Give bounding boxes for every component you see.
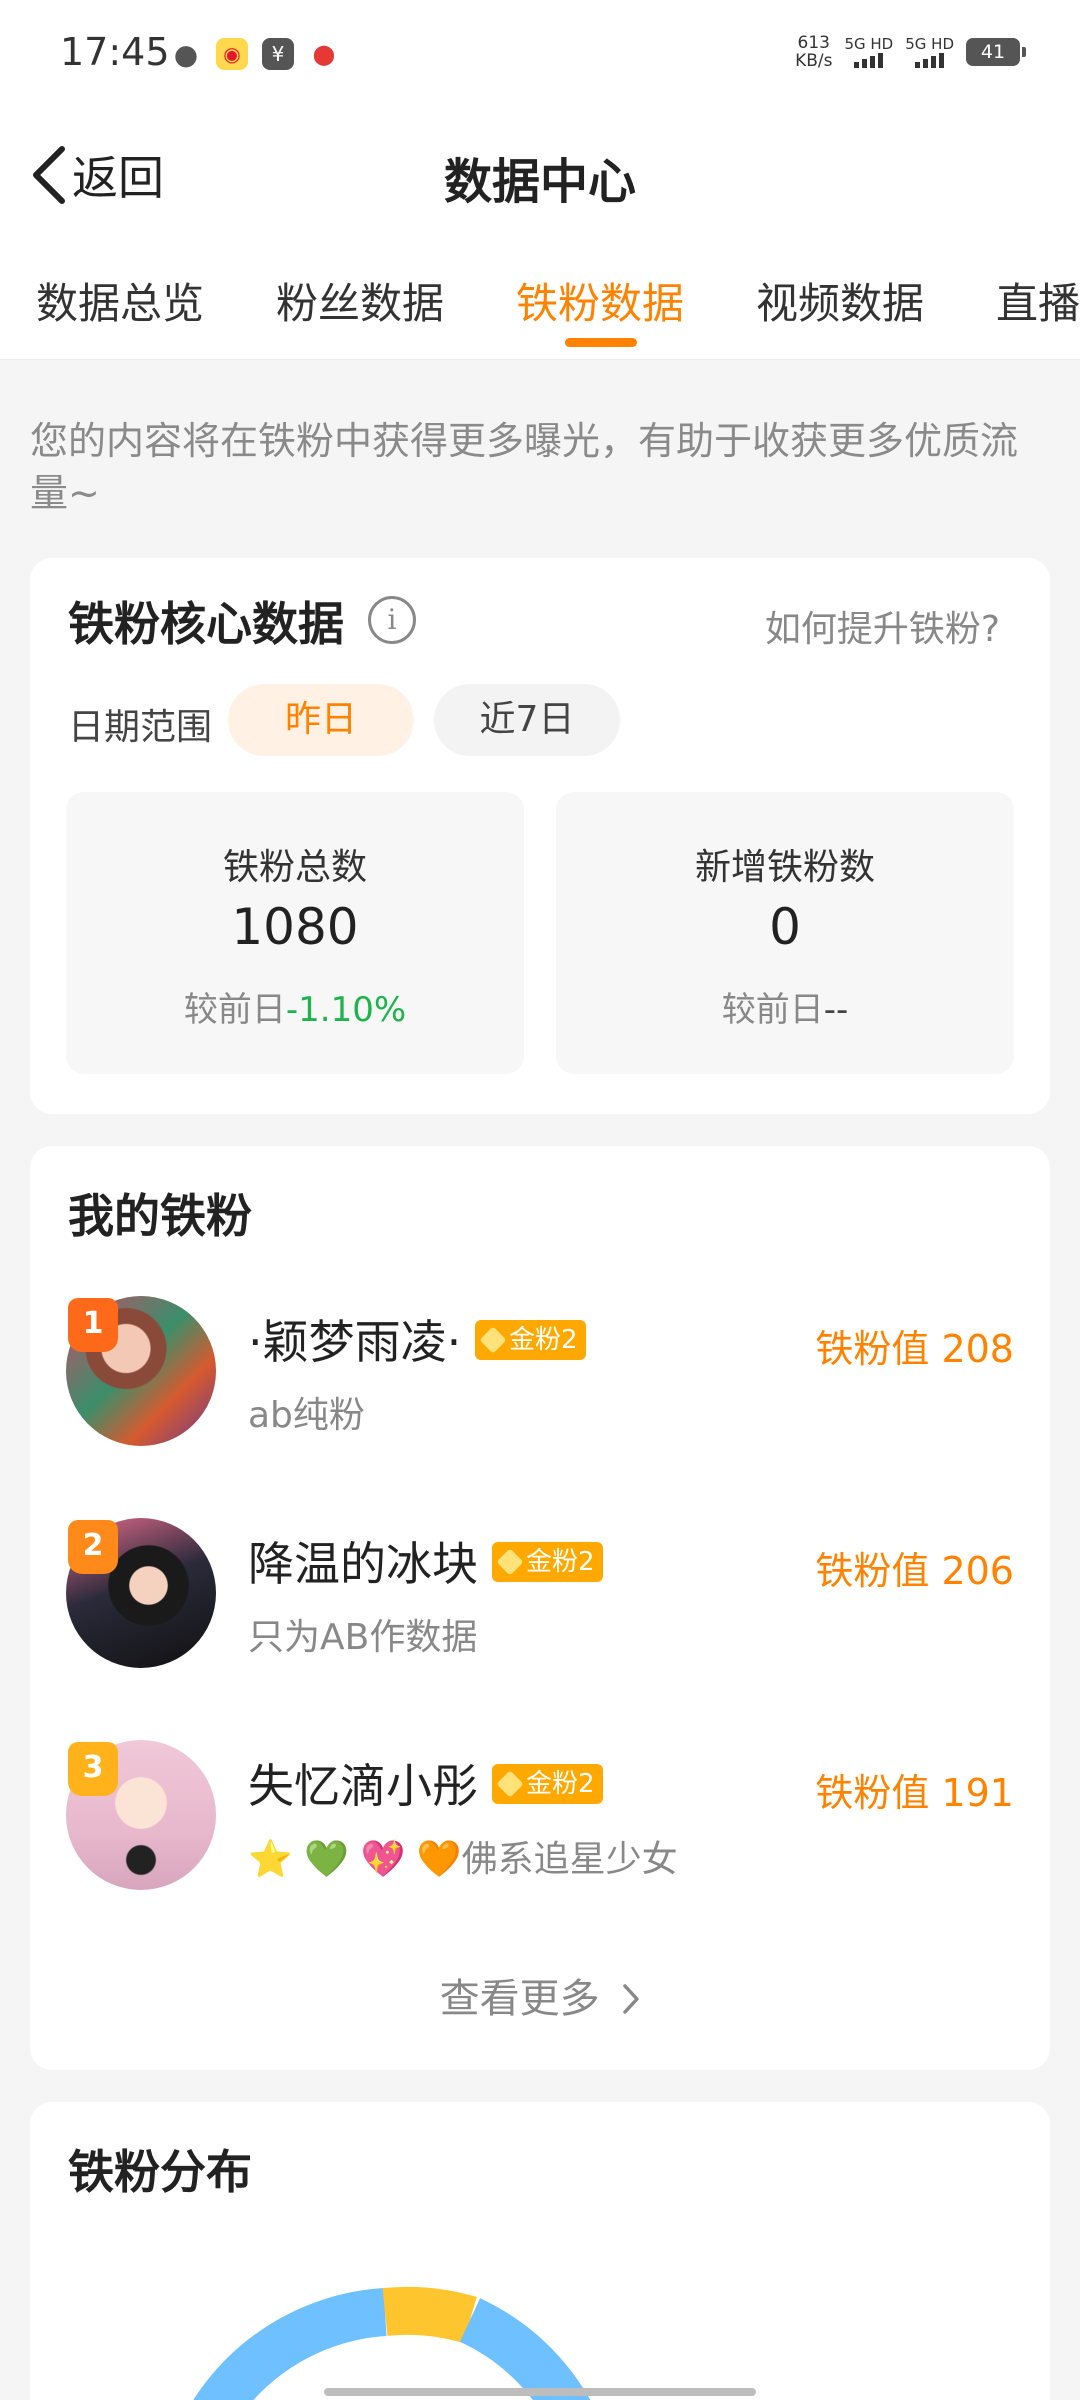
my-iron-fans-card: 我的铁粉 1 ·颖梦雨凌· 金粉2 ab纯粉 铁粉值 208 2 降温的冰块 金… <box>30 1146 1050 2070</box>
battery-icon: 41 <box>966 38 1026 66</box>
see-more-button[interactable]: 查看更多 <box>30 1966 1050 2025</box>
stat-label: 新增铁粉数 <box>694 847 875 888</box>
distribution-title: 铁粉分布 <box>68 2145 252 2199</box>
stat-value: 1080 <box>231 898 359 956</box>
chevron-right-icon <box>622 1979 640 2025</box>
stat-compare: 较前日-1.10% <box>66 982 524 1031</box>
core-data-title: 铁粉核心数据 <box>68 597 344 651</box>
tab-live[interactable]: 直播 <box>996 270 1080 331</box>
status-app-icons: ● ◉ ¥ ⬤ <box>170 38 340 71</box>
iron-fans-distribution-card: 铁粉分布 <box>30 2102 1050 2400</box>
rank-badge: 2 <box>68 1520 118 1574</box>
fan-score: 铁粉值 191 <box>815 1771 1014 1815</box>
wechat-icon: ● <box>170 38 202 71</box>
range-7days-button[interactable]: 近7日 <box>434 684 620 756</box>
range-yesterday-button[interactable]: 昨日 <box>228 684 414 756</box>
fan-name: 失忆滴小彤 <box>248 1759 478 1813</box>
fan-score: 铁粉值 208 <box>815 1327 1014 1371</box>
distribution-donut-chart <box>193 2286 591 2400</box>
how-to-improve-link[interactable]: 如何提升铁粉? <box>765 600 1000 652</box>
active-tab-indicator <box>565 338 637 347</box>
signal-sim1: 5G HD <box>844 36 893 68</box>
info-icon[interactable]: i <box>368 596 416 644</box>
stat-compare: 较前日-- <box>556 982 1014 1031</box>
gem-icon <box>479 1326 507 1354</box>
date-range-label: 日期范围 <box>68 707 213 748</box>
tab-fans[interactable]: 粉丝数据 <box>276 270 444 331</box>
page-title: 数据中心 <box>443 154 636 210</box>
gesture-navigation-bar[interactable] <box>324 2388 756 2396</box>
see-more-label: 查看更多 <box>439 1976 600 2022</box>
network-speed: 613 KB/s <box>795 34 832 70</box>
fan-list-item[interactable]: 2 降温的冰块 金粉2 只为AB作数据 铁粉值 206 <box>30 1518 1050 1678</box>
fan-description: ab纯粉 <box>248 1395 365 1436</box>
gem-icon <box>496 1770 524 1798</box>
tab-iron-fans[interactable]: 铁粉数据 <box>516 270 684 331</box>
tab-videos[interactable]: 视频数据 <box>756 270 924 331</box>
signal-bars-icon <box>905 52 954 68</box>
fan-name: 降温的冰块 <box>248 1537 478 1591</box>
maps-icon: ⬤ <box>308 38 340 70</box>
donut-segment-blue <box>193 2288 387 2400</box>
rank-badge: 3 <box>68 1742 118 1796</box>
fan-level-label: 金粉2 <box>526 1769 595 1799</box>
stat-value: 0 <box>769 898 801 956</box>
fan-description: 只为AB作数据 <box>248 1617 478 1658</box>
status-time: 17:45 <box>60 30 170 74</box>
tab-bar: 数据总览 粉丝数据 铁粉数据 视频数据 直播 <box>0 240 1080 360</box>
status-bar: 17:45 ● ◉ ¥ ⬤ 613 KB/s 5G HD 5G HD 41 <box>0 0 1080 110</box>
stat-change: -1.10% <box>285 990 407 1030</box>
wallet-icon: ¥ <box>262 38 294 70</box>
fan-list-item[interactable]: 1 ·颖梦雨凌· 金粉2 ab纯粉 铁粉值 208 <box>30 1296 1050 1456</box>
sim2-label: 5G HD <box>905 35 954 53</box>
status-indicators: 613 KB/s 5G HD 5G HD 41 <box>795 34 1026 70</box>
rank-badge: 1 <box>68 1298 118 1352</box>
gem-icon <box>496 1548 524 1576</box>
fan-description: ⭐ 💚 💖 🧡佛系追星少女 <box>248 1839 678 1880</box>
fan-list-item[interactable]: 3 失忆滴小彤 金粉2 ⭐ 💚 💖 🧡佛系追星少女 铁粉值 191 <box>30 1740 1050 1900</box>
fan-level-label: 金粉2 <box>526 1547 595 1577</box>
fan-level-badge: 金粉2 <box>475 1320 586 1360</box>
signal-bars-icon <box>844 52 893 68</box>
fan-name: ·颖梦雨凌· <box>248 1315 462 1369</box>
net-speed-unit: KB/s <box>795 51 833 71</box>
compare-label: 较前日 <box>721 990 824 1030</box>
stat-change: -- <box>823 990 849 1030</box>
sim1-label: 5G HD <box>844 35 894 53</box>
intro-text: 您的内容将在铁粉中获得更多曝光，有助于收获更多优质流量~ <box>30 419 1019 515</box>
stat-new-iron-fans: 新增铁粉数 0 较前日-- <box>556 792 1014 1074</box>
header: 返回 数据中心 <box>0 110 1080 240</box>
signal-sim2: 5G HD <box>905 36 954 68</box>
battery-level: 41 <box>980 41 1006 63</box>
screen: 17:45 ● ◉ ¥ ⬤ 613 KB/s 5G HD 5G HD 41 返回… <box>0 0 1080 2400</box>
my-iron-fans-title: 我的铁粉 <box>68 1189 252 1243</box>
donut-segment-yellow <box>382 2286 477 2344</box>
fan-level-badge: 金粉2 <box>492 1764 603 1804</box>
weibo-icon: ◉ <box>216 38 248 70</box>
core-data-card: 铁粉核心数据 i 如何提升铁粉? 日期范围 昨日 近7日 铁粉总数 1080 较… <box>30 558 1050 1114</box>
fan-level-label: 金粉2 <box>509 1325 578 1355</box>
stat-label: 铁粉总数 <box>222 847 367 888</box>
net-speed-value: 613 <box>797 33 830 53</box>
tab-overview[interactable]: 数据总览 <box>36 270 204 331</box>
compare-label: 较前日 <box>183 990 286 1030</box>
fan-level-badge: 金粉2 <box>492 1542 603 1582</box>
fan-score: 铁粉值 206 <box>815 1549 1014 1593</box>
stat-total-iron-fans: 铁粉总数 1080 较前日-1.10% <box>66 792 524 1074</box>
